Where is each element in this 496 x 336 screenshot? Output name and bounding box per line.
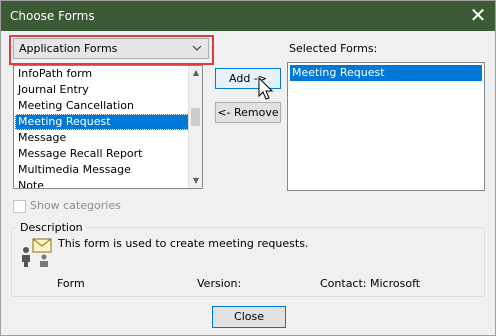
list-item[interactable]: Meeting Cancellation (15, 98, 189, 114)
close-button[interactable]: Close (212, 306, 286, 328)
list-item[interactable]: Journal Entry (15, 82, 189, 98)
selected-forms-list[interactable]: Meeting Request (287, 62, 485, 191)
show-categories-checkbox[interactable] (13, 200, 26, 213)
scroll-up-icon[interactable]: ▲ (189, 66, 202, 80)
choose-forms-dialog: Choose Forms ✕ Application Forms InfoPat… (0, 0, 496, 336)
list-item[interactable]: Message (15, 130, 189, 146)
description-text: This form is used to create meeting requ… (58, 237, 309, 250)
chevron-down-icon (192, 41, 202, 58)
forms-listbox[interactable]: InfoPath form Journal Entry Meeting Canc… (13, 65, 203, 189)
scroll-thumb[interactable] (191, 108, 200, 126)
version-label: Version: (197, 277, 242, 290)
description-legend: Description (17, 221, 86, 234)
scroll-down-icon[interactable]: ▼ (189, 174, 202, 188)
selected-form-item[interactable]: Meeting Request (290, 65, 482, 81)
selected-forms-label: Selected Forms: (289, 42, 378, 55)
dropdown-value: Application Forms (19, 42, 118, 55)
list-item[interactable]: InfoPath form (15, 66, 189, 82)
list-item[interactable]: Message Recall Report (15, 146, 189, 162)
list-item[interactable]: Multimedia Message (15, 162, 189, 178)
meeting-request-icon (22, 238, 52, 267)
show-categories-label: Show categories (30, 199, 121, 212)
close-icon[interactable]: ✕ (467, 4, 489, 26)
forms-source-dropdown[interactable]: Application Forms (13, 38, 209, 59)
dialog-title: Choose Forms (10, 9, 95, 23)
list-item[interactable]: Note (15, 178, 189, 188)
contact-label: Contact: Microsoft (320, 277, 421, 290)
listbox-scrollbar[interactable]: ▲ ▼ (188, 66, 202, 188)
title-bar: Choose Forms ✕ (1, 1, 495, 31)
form-label: Form (57, 277, 85, 290)
mouse-cursor-icon (258, 77, 274, 100)
remove-button[interactable]: <- Remove (215, 102, 281, 123)
list-item-selected[interactable]: Meeting Request (15, 114, 189, 130)
